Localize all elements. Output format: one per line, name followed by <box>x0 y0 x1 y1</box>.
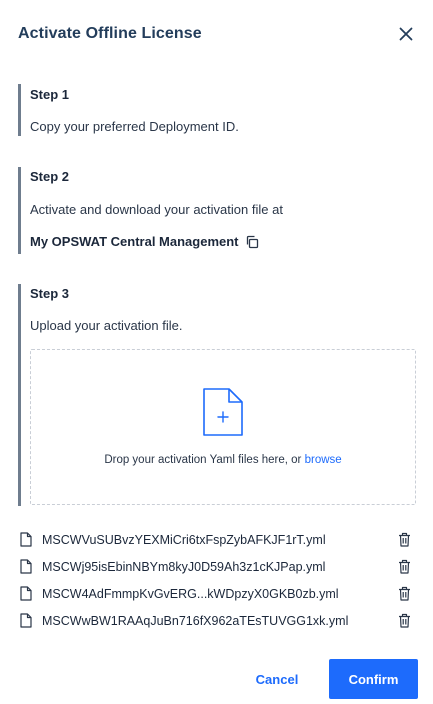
step-2-title: Step 2 <box>30 169 70 184</box>
trash-icon <box>398 586 410 601</box>
file-icon <box>20 559 34 575</box>
file-list: MSCWVuSUBvzYEXMiCri6txFspZybAFKJF1rT.yml… <box>20 526 416 634</box>
close-button[interactable] <box>395 23 417 45</box>
delete-file-button[interactable] <box>396 557 412 575</box>
central-management-link[interactable]: My OPSWAT Central Management <box>30 233 259 251</box>
dialog-title: Activate Offline License <box>18 25 202 42</box>
file-item: MSCWVuSUBvzYEXMiCri6txFspZybAFKJF1rT.yml <box>20 526 416 553</box>
step-3-text: Upload your activation file. <box>30 318 183 333</box>
file-name: MSCW4AdFmmpKvGvERG...kWDpzyX0GKB0zb.yml <box>42 586 339 601</box>
delete-file-button[interactable] <box>396 530 412 548</box>
cancel-button[interactable]: Cancel <box>243 659 311 699</box>
step-1-text: Copy your preferred Deployment ID. <box>30 119 239 134</box>
step-2: Step 2 Activate and download your activa… <box>18 167 417 254</box>
file-icon <box>20 586 34 602</box>
dialog-footer: Cancel Confirm <box>0 659 433 699</box>
file-icon <box>20 613 34 629</box>
dropzone-text: Drop your activation Yaml files here, or <box>104 454 302 466</box>
step-2-text: Activate and download your activation fi… <box>30 202 283 217</box>
file-icon <box>20 532 34 548</box>
delete-file-button[interactable] <box>396 584 412 602</box>
browse-link[interactable]: browse <box>305 454 342 466</box>
trash-icon <box>398 559 410 574</box>
file-name: MSCWj95isEbinNBYm8kyJ0D59Ah3z1cKJPap.yml <box>42 559 326 574</box>
file-name: MSCWwBW1RAAqJuBn716fX962aTEsTUVGG1xk.yml <box>42 613 349 628</box>
step-1-title: Step 1 <box>30 87 70 102</box>
file-item: MSCWj95isEbinNBYm8kyJ0D59Ah3z1cKJPap.yml <box>20 553 416 580</box>
file-dropzone[interactable]: Drop your activation Yaml files here, or… <box>30 349 416 505</box>
trash-icon <box>398 532 410 547</box>
central-management-link-label: My OPSWAT Central Management <box>30 234 239 249</box>
trash-icon <box>398 613 410 628</box>
file-item: MSCWwBW1RAAqJuBn716fX962aTEsTUVGG1xk.yml <box>20 607 416 634</box>
file-name: MSCWVuSUBvzYEXMiCri6txFspZybAFKJF1rT.yml <box>42 532 326 547</box>
file-upload-icon <box>203 388 243 436</box>
dialog-header: Activate Offline License <box>18 23 417 45</box>
step-3-title: Step 3 <box>30 286 70 301</box>
step-1: Step 1 Copy your preferred Deployment ID… <box>18 84 417 136</box>
dropzone-instructions: Drop your activation Yaml files here, or… <box>31 454 415 466</box>
file-item: MSCW4AdFmmpKvGvERG...kWDpzyX0GKB0zb.yml <box>20 580 416 607</box>
copy-icon[interactable] <box>245 235 259 249</box>
delete-file-button[interactable] <box>396 611 412 629</box>
confirm-button[interactable]: Confirm <box>329 659 418 699</box>
close-icon <box>399 27 413 41</box>
